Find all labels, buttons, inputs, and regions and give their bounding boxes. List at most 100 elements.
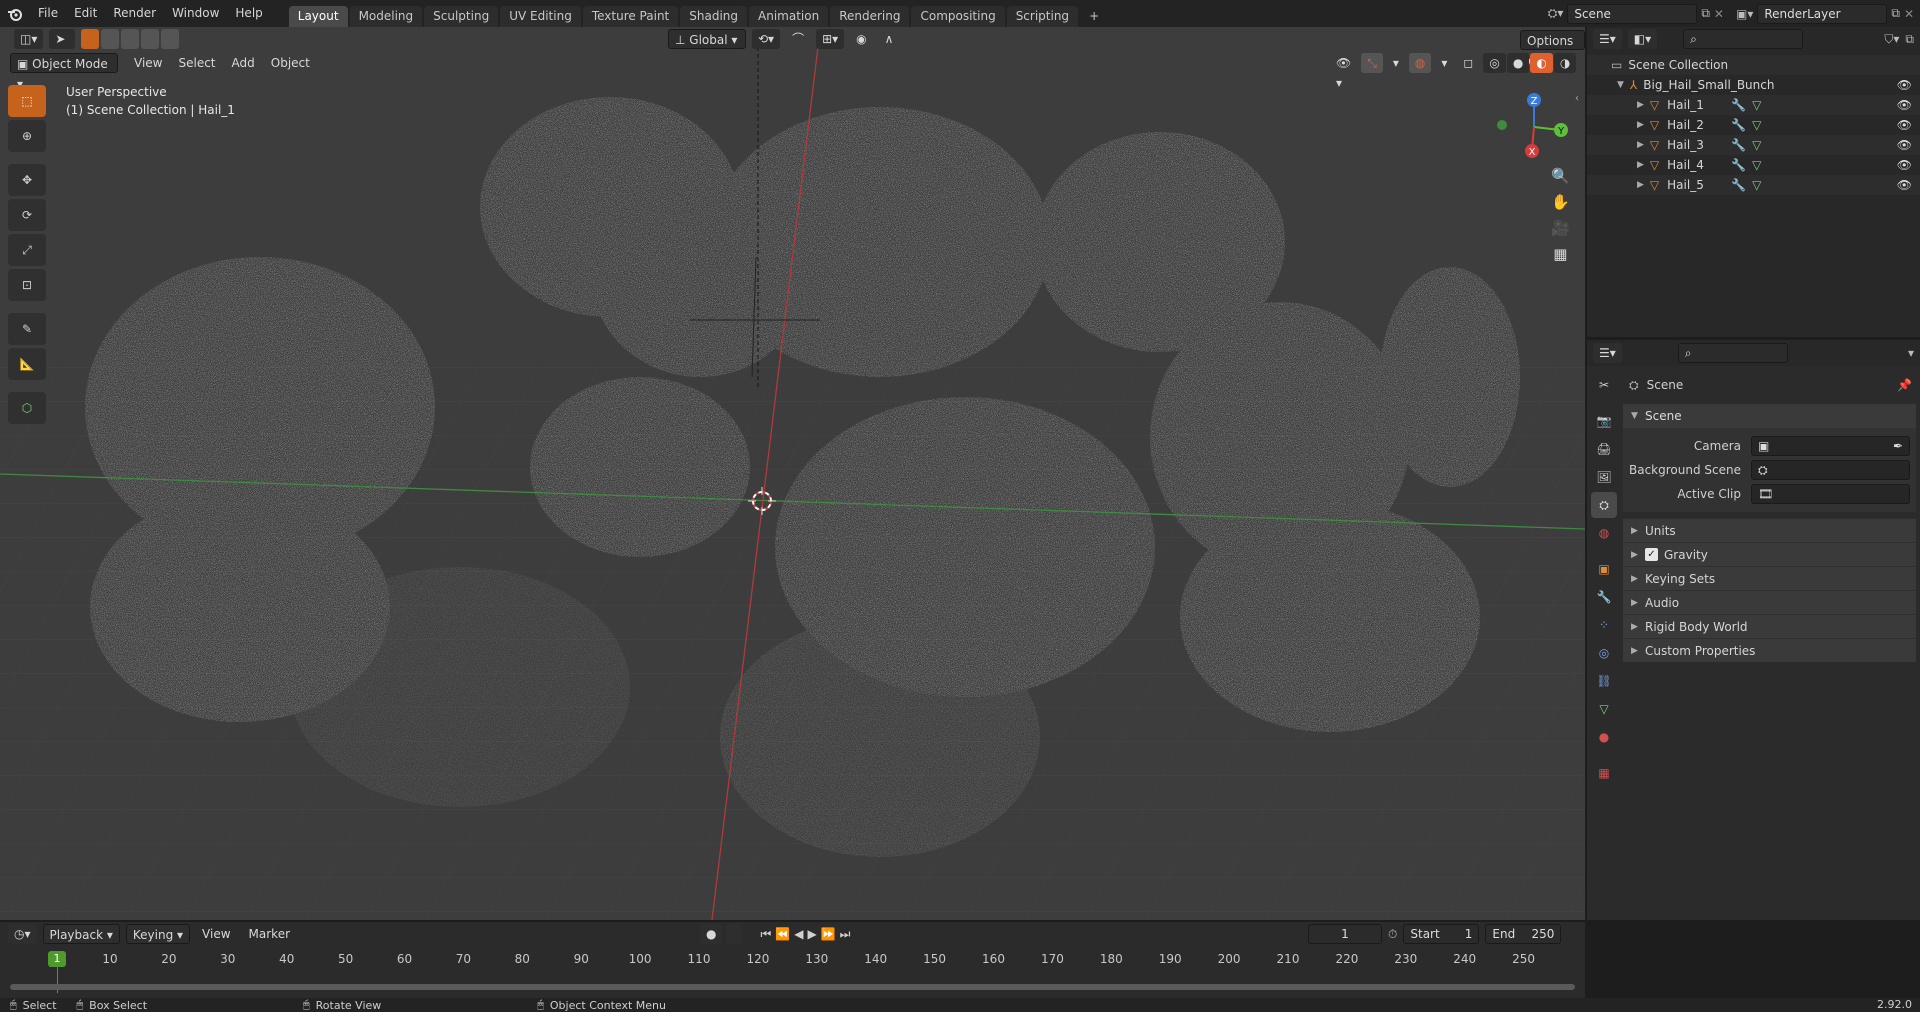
ortho-grid-icon[interactable]: ▦ [1553, 245, 1567, 263]
jump-keyframe-forward-icon[interactable]: ⏩ [821, 927, 836, 941]
tree-object-row[interactable]: ▶ ▽ Hail_1 🔧 ▽ 👁 [1587, 95, 1920, 115]
new-collection-icon[interactable]: ⧉ [1905, 32, 1914, 47]
modifier-wrench-icon[interactable]: 🔧 [1731, 98, 1746, 112]
editor-type-button[interactable]: ◫▾ [14, 29, 44, 49]
tree-scene-collection[interactable]: ▭ Scene Collection [1587, 55, 1920, 75]
scale-tool[interactable]: ⤢ [8, 234, 46, 266]
select-mode-intersect-icon[interactable] [161, 29, 180, 49]
proportional-edit-toggle[interactable]: ◉ [850, 29, 872, 49]
3d-viewport[interactable]: ◫▾ ➤ ⊥ Global ▾ ⟲▾ ⌒ ⊞▾ ◉ ∧ Options ▾ [0, 27, 1585, 920]
preview-range-icon[interactable]: ⏱ [1388, 927, 1397, 942]
expand-arrow-icon[interactable]: ▼ [1617, 80, 1624, 90]
gizmo-toggle[interactable]: ⤡ [1361, 53, 1383, 73]
camera-field[interactable]: ▣ ✒ [1751, 436, 1910, 456]
physics-tab-icon[interactable]: ◎ [1591, 640, 1617, 666]
tab-layout[interactable]: Layout [288, 6, 348, 27]
select-mode-subtract-icon[interactable] [121, 29, 140, 49]
audio-panel[interactable]: ▶ Audio [1623, 590, 1916, 614]
tree-object-row[interactable]: ▶ ▽ Hail_4 🔧 ▽ 👁 [1587, 155, 1920, 175]
units-panel[interactable]: ▶ Units [1623, 518, 1916, 542]
background-scene-field[interactable]: ⛭ [1751, 460, 1910, 480]
snap-toggle[interactable]: ⌒ [786, 29, 810, 49]
tab-compositing[interactable]: Compositing [911, 6, 1005, 27]
tree-collection[interactable]: ▼ ⅄ Big_Hail_Small_Bunch 👁 [1587, 75, 1920, 95]
move-tool[interactable]: ✥ [8, 164, 46, 196]
select-mode-extend-icon[interactable] [101, 29, 120, 49]
tab-shading[interactable]: Shading [680, 6, 747, 27]
scene-tab-icon[interactable]: ⛭ [1591, 492, 1617, 518]
playback-dropdown[interactable]: Playback ▾ [42, 924, 120, 944]
tab-animation[interactable]: Animation [749, 6, 829, 27]
outliner-editor-type[interactable]: ☰▾ [1593, 29, 1622, 49]
timeline-editor-type[interactable]: ◷▾ [8, 924, 37, 944]
outliner-search-input[interactable]: ⌕ [1683, 29, 1804, 49]
texture-tab-icon[interactable]: ▦ [1591, 760, 1617, 786]
menu-help[interactable]: Help [227, 0, 270, 27]
timeline-menu-marker[interactable]: Marker [243, 924, 296, 944]
add-workspace-button[interactable]: + [1080, 6, 1108, 27]
visibility-eye-icon[interactable]: 👁 [1897, 138, 1912, 152]
mesh-data-icon[interactable]: ▽ [1752, 158, 1761, 172]
mesh-data-icon[interactable]: ▽ [1752, 98, 1761, 112]
tab-sculpting[interactable]: Sculpting [424, 6, 499, 27]
navigation-gizmo[interactable]: Z Y X [1490, 87, 1570, 177]
material-tab-icon[interactable]: ● [1591, 724, 1617, 750]
select-tool-button[interactable]: ➤ [49, 29, 76, 49]
menu-file[interactable]: File [30, 0, 66, 27]
properties-editor-type[interactable]: ☰▾ [1593, 343, 1622, 363]
tree-object-row[interactable]: ▶ ▽ Hail_2 🔧 ▽ 👁 [1587, 115, 1920, 135]
properties-options-icon[interactable]: ▾ [1908, 346, 1914, 360]
tab-rendering[interactable]: Rendering [830, 6, 910, 27]
visibility-dropdown[interactable]: 👁▾ [1330, 53, 1357, 90]
expand-arrow-icon[interactable]: ▶ [1637, 180, 1644, 190]
pan-hand-icon[interactable]: ✋ [1551, 193, 1570, 211]
viewport-menu-view[interactable]: View [128, 53, 168, 73]
tool-tab-icon[interactable]: ✂ [1591, 372, 1617, 398]
active-clip-field[interactable]: 🎞 [1751, 484, 1910, 504]
xray-toggle[interactable]: ◻ [1457, 53, 1479, 73]
blender-logo-icon[interactable] [0, 6, 30, 22]
viewport-menu-add[interactable]: Add [226, 53, 261, 73]
select-mode-new-icon[interactable] [81, 29, 100, 49]
start-frame-field[interactable]: Start 1 [1403, 924, 1480, 944]
play-icon[interactable]: ▶ [807, 927, 816, 941]
renderlayer-selector[interactable]: ▣▾ RenderLayer ⧉ ✕ [1736, 3, 1914, 24]
menu-render[interactable]: Render [105, 0, 164, 27]
new-scene-icon[interactable]: ⧉ [1701, 6, 1710, 21]
overlay-dropdown[interactable]: ▾ [1435, 53, 1453, 73]
menu-edit[interactable]: Edit [66, 0, 105, 27]
object-mode-dropdown[interactable]: ▣ Object Mode ▾ [10, 53, 118, 91]
end-frame-field[interactable]: End 250 [1485, 924, 1562, 944]
zoom-icon[interactable]: 🔍 [1551, 167, 1570, 185]
proportional-falloff-dropdown[interactable]: ∧ [879, 29, 900, 49]
cursor-tool[interactable]: ⊕ [8, 120, 46, 152]
annotate-tool[interactable]: ✎ [8, 313, 46, 345]
outliner-display-mode[interactable]: ◧▾ [1627, 29, 1658, 49]
visibility-eye-icon[interactable]: 👁 [1897, 118, 1912, 132]
new-renderlayer-icon[interactable]: ⧉ [1891, 6, 1900, 21]
pivot-point-dropdown[interactable]: ⟲▾ [752, 29, 781, 49]
gravity-checkbox[interactable]: ✓ [1645, 548, 1658, 561]
wireframe-shading-icon[interactable]: ◎ [1483, 53, 1506, 73]
scene-panel-header[interactable]: ▼ Scene [1623, 404, 1916, 428]
jump-keyframe-back-icon[interactable]: ⏪ [775, 927, 790, 941]
tab-modeling[interactable]: Modeling [349, 6, 423, 27]
modifier-wrench-icon[interactable]: 🔧 [1731, 138, 1746, 152]
tree-object-row[interactable]: ▶ ▽ Hail_3 🔧 ▽ 👁 [1587, 135, 1920, 155]
properties-search-input[interactable]: ⌕ [1677, 343, 1788, 363]
mesh-data-icon[interactable]: ▽ [1752, 138, 1761, 152]
frame-ruler[interactable]: 10 20 30 40 50 60 70 80 90 100 110 120 130 140 150 160 1… [0, 948, 1585, 993]
eyedropper-icon[interactable]: ✒ [1893, 437, 1903, 455]
mesh-data-icon[interactable]: ▽ [1752, 118, 1761, 132]
tab-scripting[interactable]: Scripting [1006, 6, 1079, 27]
world-tab-icon[interactable]: ◍ [1591, 520, 1617, 546]
record-button[interactable]: ● [700, 924, 723, 944]
visibility-eye-icon[interactable]: 👁 [1897, 98, 1912, 112]
delete-scene-icon[interactable]: ✕ [1714, 7, 1724, 21]
pin-icon[interactable]: 📌 [1897, 378, 1912, 392]
mesh-data-icon[interactable]: ▽ [1752, 178, 1761, 192]
data-tab-icon[interactable]: ▽ [1591, 696, 1617, 722]
shading-dropdown[interactable]: ▾ [1580, 53, 1585, 73]
playhead[interactable]: 1 [48, 951, 66, 967]
expand-arrow-icon[interactable]: ▶ [1637, 140, 1644, 150]
